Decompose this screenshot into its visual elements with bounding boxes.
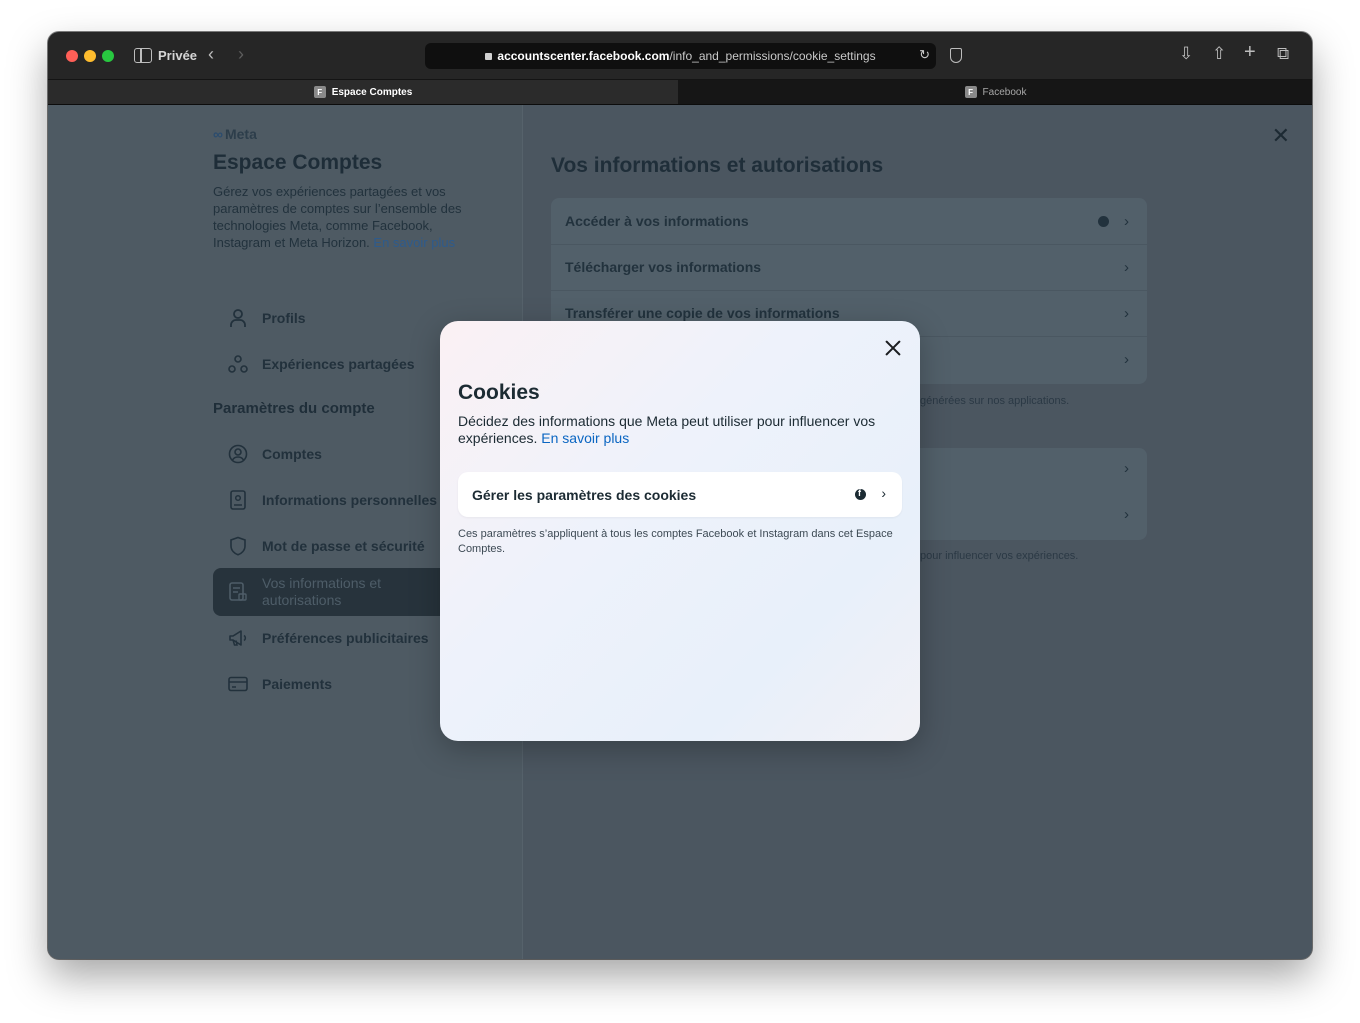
tab-label: Espace Comptes [331,86,413,98]
facebook-icon [1098,215,1109,227]
url-host: accountscenter.facebook.com [497,49,670,63]
lock-icon [485,53,493,60]
shield-icon [228,536,248,556]
sidebar-item-label: Expériences partagées [262,356,415,372]
chevron-right-icon[interactable]: › [1124,460,1129,477]
tab-bar: F Espace Comptes F Facebook [48,80,1312,105]
chevron-right-icon: › [1124,212,1129,230]
private-label: Privée [158,48,198,63]
reload-icon[interactable]: ↻ [919,47,930,63]
sidebar-item-label: Paiements [262,676,333,692]
chevron-right-icon: › [1124,304,1129,322]
sidebar-item-label: Préférences publicitaires [262,630,429,646]
close-page-icon[interactable]: ✕ [1272,123,1290,149]
share-icon[interactable]: ⇧ [1212,44,1226,64]
sidebar-item-mot-de-passe[interactable]: Mot de passe et sécurité [213,524,473,568]
chevron-right-icon[interactable]: › [1124,506,1129,523]
browser-toolbar: Privée ‹ › accountscenter.facebook.com/i… [48,32,1312,80]
megaphone-icon [228,628,248,648]
person-icon [228,308,248,328]
zoom-window-button[interactable] [102,50,114,62]
facebook-icon [855,488,866,500]
close-window-button[interactable] [66,50,78,62]
meta-logo: ∞ Meta [213,126,257,142]
id-card-icon [228,490,248,510]
tab-facebook[interactable]: F Facebook [679,80,1312,104]
tab-overview-icon[interactable]: ⧉ [1277,44,1289,64]
dialog-note: Ces paramètres s’appliquent à tous les c… [458,528,893,555]
account-circle-icon [228,444,248,464]
sidebar-item-label: Informations personnelles [262,492,438,508]
sidebar-toggle-icon[interactable] [134,48,152,63]
sidebar-item-experiences[interactable]: Expériences partagées [213,342,473,386]
chevron-right-icon: › [1124,258,1129,276]
download-icon[interactable]: ⇩ [1179,44,1193,64]
address-bar[interactable]: accountscenter.facebook.com/info_and_per… [425,43,936,69]
manage-cookie-settings-button[interactable]: Gérer les paramètres des cookies › [458,472,902,517]
list-item-telecharger[interactable]: Télécharger vos informations › [551,244,1147,291]
back-arrow-icon[interactable]: ‹ [208,44,214,65]
chevron-right-icon: › [881,485,886,501]
shared-experiences-icon [228,354,248,374]
chevron-right-icon: › [1124,350,1129,368]
list-note: générées sur nos applications. [920,395,1070,407]
section-title: Paramètres du compte [213,400,375,417]
learn-more-link[interactable]: En savoir plus [373,235,455,250]
dialog-description: Décidez des informations que Meta peut u… [458,413,876,446]
new-tab-icon[interactable]: + [1244,41,1256,64]
close-icon[interactable] [882,337,904,359]
permissions-options-list: › › [908,448,1147,540]
meta-infinity-icon: ∞ [213,126,223,142]
sidebar-item-label: Mot de passe et sécurité [262,538,425,554]
dialog-title: Cookies [458,381,540,404]
info-permissions-icon [228,582,248,602]
sidebar-title: Espace Comptes [213,151,383,174]
sidebar-item-profils[interactable]: Profils [213,296,473,340]
sidebar-item-label: Comptes [262,446,322,462]
sidebar-item-paiements[interactable]: Paiements [213,662,473,706]
tab-label: Facebook [982,86,1027,98]
sidebar-item-label: Vos informations et autorisations [262,575,382,608]
sidebar-description: Gérez vos expériences partagées et vos p… [213,184,462,250]
tab-favicon-icon: F [964,86,977,98]
credit-card-icon [228,674,248,694]
sidebar-item-preferences-publicitaires[interactable]: Préférences publicitaires [213,616,473,660]
page-title: Vos informations et autorisations [551,154,884,177]
sidebar-item-label: Profils [262,310,306,326]
list-item-acceder[interactable]: Accéder à vos informations › [551,198,1147,245]
sidebar-item-comptes[interactable]: Comptes [213,432,473,476]
forward-arrow-icon[interactable]: › [238,44,244,65]
minimize-window-button[interactable] [84,50,96,62]
url-path: /info_and_permissions/cookie_settings [669,49,876,63]
learn-more-link[interactable]: En savoir plus [541,430,629,446]
tab-espace-comptes[interactable]: F Espace Comptes [48,80,678,104]
permissions-note: pour influencer vos expériences. [920,550,1079,562]
privacy-shield-icon[interactable] [950,48,962,63]
tab-favicon-icon: F [313,86,326,98]
cookies-dialog: Cookies Décidez des informations que Met… [440,321,920,741]
